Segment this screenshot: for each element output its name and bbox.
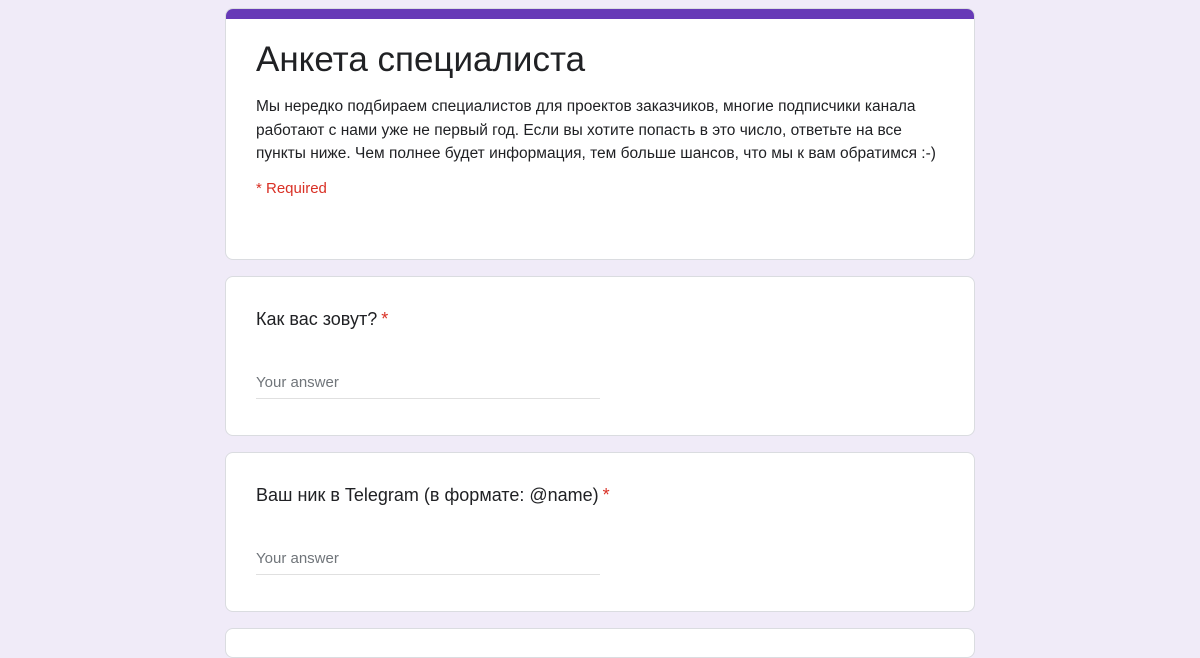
- answer-placeholder: Your answer: [256, 374, 339, 391]
- question-card-name: Как вас зовут? * Your answer: [225, 276, 975, 436]
- question-card-partial: [225, 628, 975, 658]
- question-title-text: Ваш ник в Telegram (в формате: @name): [256, 485, 599, 505]
- answer-placeholder: Your answer: [256, 550, 339, 567]
- required-star: *: [381, 309, 389, 329]
- question-title: Как вас зовут? *: [256, 277, 944, 331]
- form-title: Анкета специалиста: [256, 40, 586, 79]
- answer-input-name[interactable]: Your answer: [256, 371, 600, 399]
- question-card-telegram: Ваш ник в Telegram (в формате: @name) * Y…: [225, 452, 975, 612]
- form-accent-bar: [226, 9, 974, 19]
- required-note: * Required: [256, 179, 327, 197]
- form-description: Мы нередко подбираем специалистов для пр…: [256, 98, 936, 162]
- form-container: Анкета специалиста Мы нередко подбираем …: [225, 8, 975, 658]
- question-title-text: Как вас зовут?: [256, 309, 378, 329]
- form-header-card: Анкета специалиста Мы нередко подбираем …: [225, 8, 975, 260]
- question-title: Ваш ник в Telegram (в формате: @name) *: [256, 453, 944, 507]
- required-star: *: [602, 485, 610, 505]
- answer-input-telegram[interactable]: Your answer: [256, 547, 600, 575]
